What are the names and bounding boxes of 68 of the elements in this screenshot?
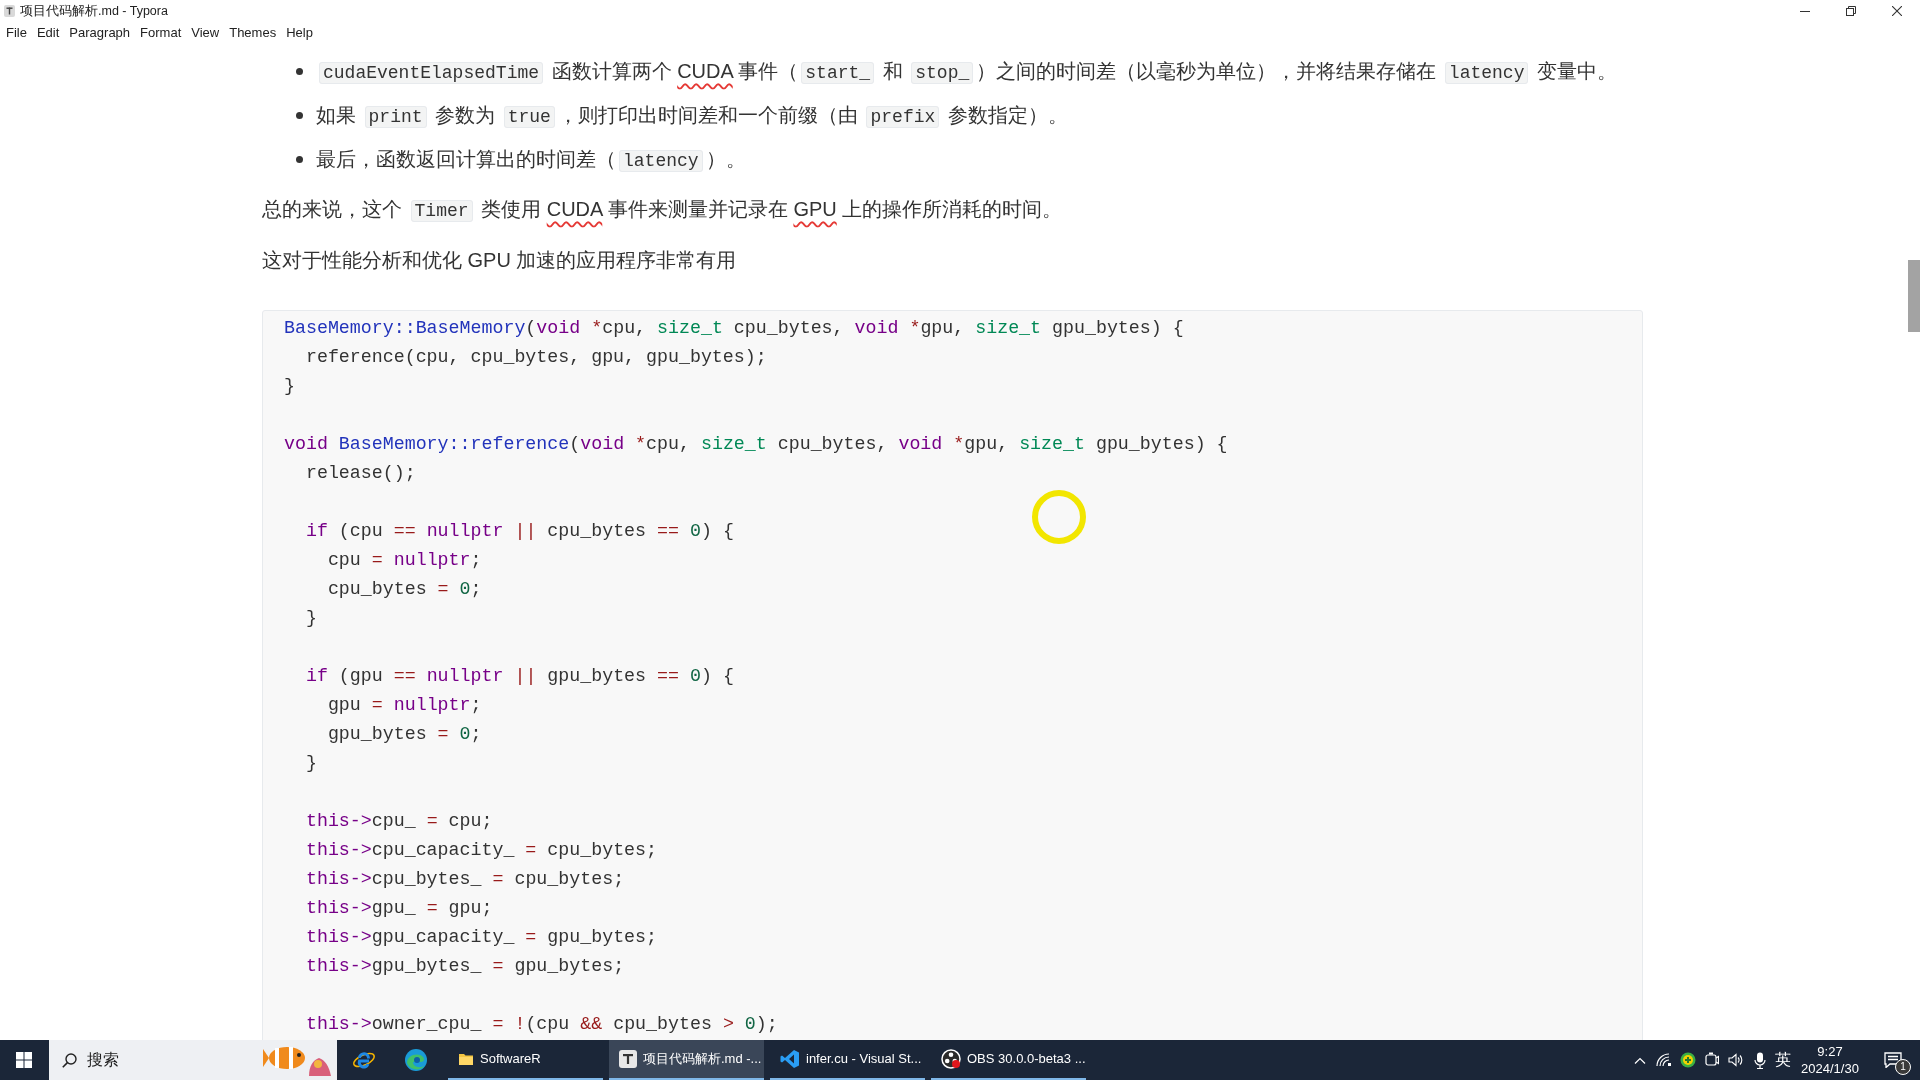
bullet-icon	[296, 111, 303, 119]
code-line: }	[304, 607, 317, 630]
dots-circle-icon	[941, 1049, 961, 1069]
speaker-icon	[1728, 1053, 1744, 1067]
network-icon	[1656, 1053, 1672, 1067]
code-line: reference(cpu, cpu_bytes, gpu, gpu_bytes);	[304, 346, 767, 369]
message-icon	[1884, 1052, 1902, 1068]
code-line: cpu_bytes = 0;	[326, 578, 482, 601]
code-line: if (cpu == nullptr || cpu_bytes == 0) {	[304, 520, 734, 543]
cursor-ring-icon	[1032, 490, 1086, 544]
paragraph: 总的来说，这个 Timer 类使用 CUDA 事件来测量并记录在 GPU 上的操作所消耗的时间。	[262, 196, 1063, 224]
e-ring-icon	[352, 1049, 376, 1071]
folder-icon	[458, 1051, 474, 1067]
code-line: BaseMemory::BaseMemory(void *cpu, size_t cpu_bytes, void *gpu, size_t gpu_bytes) {	[284, 317, 1184, 340]
code-line: this->gpu_bytes_ = gpu_bytes;	[304, 955, 625, 978]
chevron-up-icon	[1634, 1056, 1646, 1064]
taskbar-app-button[interactable]: OBS 30.0.0-beta3 ...	[931, 1040, 1086, 1080]
clock-date[interactable]: 2024/1/30	[1801, 1060, 1859, 1077]
plus-circle-icon	[1680, 1052, 1696, 1068]
list-item-text: 最后，函数返回计算出的时间差（ latency ）。	[316, 146, 746, 174]
restore-icon	[1846, 6, 1856, 16]
app-logo-icon	[619, 1050, 637, 1068]
notification-button[interactable]: 1	[1866, 1040, 1920, 1080]
code-line: release();	[304, 462, 416, 485]
taskbar-app-button[interactable]: infer.cu - Visual St...	[770, 1040, 925, 1080]
menu-item[interactable]: File	[6, 24, 27, 42]
close-icon	[1892, 6, 1902, 16]
paragraph: 这对于性能分析和优化 GPU 加速的应用程序非常有用	[262, 248, 737, 273]
taskbar-app-button[interactable]: 项目代码解析.md -...	[609, 1040, 764, 1080]
code-line: this->gpu_capacity_ = gpu_bytes;	[304, 926, 658, 949]
code-line: this->owner_cpu_ = !(cpu && cpu_bytes > 0);	[304, 1013, 778, 1036]
notification-badge: 1	[1895, 1059, 1911, 1075]
code-line: this->cpu_capacity_ = cpu_bytes;	[304, 839, 658, 862]
code-line: this->cpu_ = cpu;	[304, 810, 493, 833]
code-line: cpu = nullptr;	[326, 549, 482, 572]
scrollbar-thumb[interactable]	[1908, 260, 1920, 332]
menu-item[interactable]: Help	[286, 24, 313, 42]
menu-item[interactable]: Edit	[36, 24, 60, 42]
code-line: }	[284, 375, 295, 398]
list-item-text: cudaEventElapsedTime 函数计算两个 CUDA 事件（ start_ 和 stop_ ）之间的时间差（以毫秒为单位），并将结果存储在 latency 变量中。	[316, 55, 1617, 87]
bullet-icon	[296, 67, 303, 75]
input-language-button[interactable]: 英	[1772, 1040, 1794, 1080]
microphone-icon	[1754, 1051, 1766, 1069]
app-logo-icon	[4, 5, 15, 17]
menu-item[interactable]: View	[191, 24, 220, 42]
swirl-icon	[404, 1048, 428, 1072]
fish-and-coral-icon	[263, 1044, 333, 1076]
code-line: this->cpu_bytes_ = cpu_bytes;	[304, 868, 625, 891]
code-line: void BaseMemory::reference(void *cpu, size_t cpu_bytes, void *gpu, size_t gpu_bytes) {	[284, 433, 1228, 456]
menu-item[interactable]: Paragraph	[69, 24, 131, 42]
search-field[interactable]: 搜索	[49, 1040, 337, 1080]
code-line: gpu = nullptr;	[326, 694, 482, 717]
bullet-icon	[296, 155, 303, 163]
minimize-icon	[1800, 10, 1810, 12]
code-line: this->gpu_ = gpu;	[304, 897, 493, 920]
video-camera-icon	[1705, 1052, 1719, 1068]
code-line: gpu_bytes = 0;	[326, 723, 482, 746]
search-icon	[62, 1053, 77, 1068]
window-title: 项目代码解析.md - Typora	[20, 2, 168, 20]
list-item-text: 如果 print 参数为 true ，则打印出时间差和一个前缀（由 prefix 参数指定）。	[316, 102, 1068, 130]
taskbar-app-button[interactable]: SoftwareR	[448, 1040, 603, 1080]
clock-time[interactable]: 9:27	[1817, 1043, 1843, 1060]
ribbon-icon	[780, 1049, 800, 1069]
menu-item[interactable]: Format	[140, 24, 182, 42]
code-line: if (gpu == nullptr || gpu_bytes == 0) {	[304, 665, 734, 688]
code-line: }	[304, 752, 317, 775]
start-icon	[16, 1052, 32, 1068]
menu-item[interactable]: Themes	[229, 24, 277, 42]
